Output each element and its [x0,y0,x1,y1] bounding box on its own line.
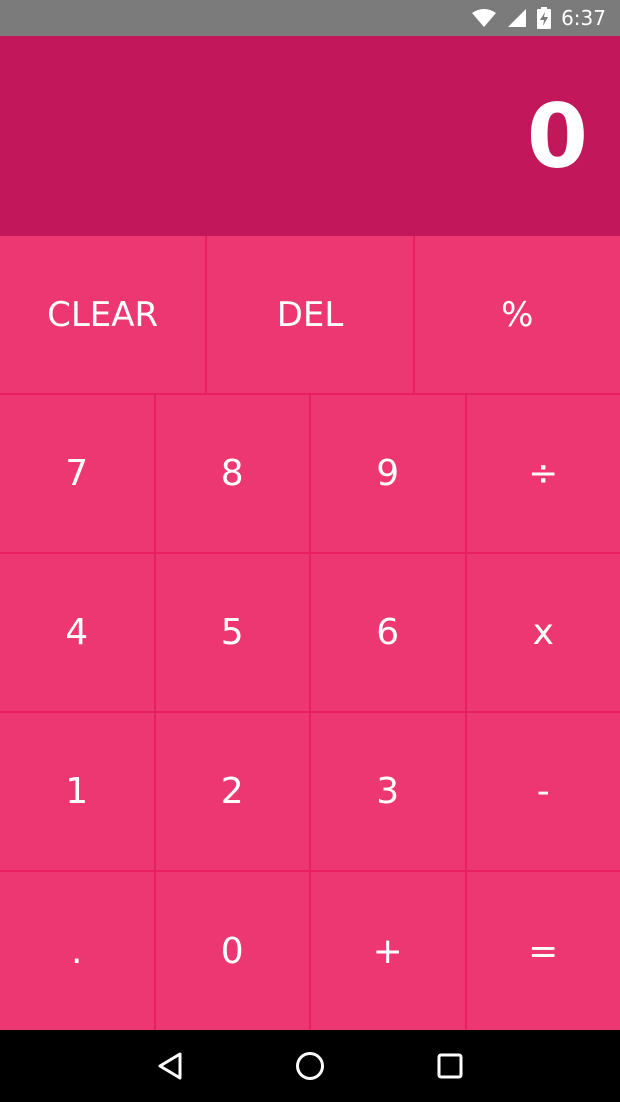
digit-5-button[interactable]: 5 [155,554,309,711]
recent-apps-icon[interactable] [426,1042,474,1090]
add-button[interactable]: + [311,872,465,1030]
keypad-row-1: CLEAR DEL % [0,236,620,393]
clear-button[interactable]: CLEAR [0,236,206,393]
home-icon[interactable] [286,1042,334,1090]
back-icon[interactable] [146,1042,194,1090]
status-bar: 6:37 [0,0,620,36]
battery-charging-icon [537,7,552,29]
digit-8-button[interactable]: 8 [155,395,309,552]
subtract-button[interactable]: - [466,713,620,870]
keypad: CLEAR DEL % 7 8 9 ÷ 4 5 6 x 1 2 3 - . 0 … [0,236,620,1030]
navigation-bar [0,1030,620,1102]
result-value: 0 [526,84,588,188]
clock: 6:37 [561,6,606,30]
equals-button[interactable]: = [466,872,620,1030]
keypad-row-3: 4 5 6 x [0,554,620,711]
digit-9-button[interactable]: 9 [311,395,465,552]
keypad-row-2: 7 8 9 ÷ [0,395,620,552]
divide-button[interactable]: ÷ [466,395,620,552]
keypad-row-5: . 0 + = [0,872,620,1030]
decimal-point-button[interactable]: . [0,872,154,1030]
result-display: 0 [0,36,620,236]
digit-6-button[interactable]: 6 [311,554,465,711]
digit-3-button[interactable]: 3 [311,713,465,870]
digit-2-button[interactable]: 2 [155,713,309,870]
digit-4-button[interactable]: 4 [0,554,154,711]
digit-0-button[interactable]: 0 [155,872,309,1030]
cellular-signal-icon [507,8,527,28]
wifi-icon [471,8,497,28]
delete-button[interactable]: DEL [207,236,413,393]
digit-7-button[interactable]: 7 [0,395,154,552]
digit-1-button[interactable]: 1 [0,713,154,870]
multiply-button[interactable]: x [466,554,620,711]
percent-button[interactable]: % [414,236,620,393]
keypad-row-4: 1 2 3 - [0,713,620,870]
